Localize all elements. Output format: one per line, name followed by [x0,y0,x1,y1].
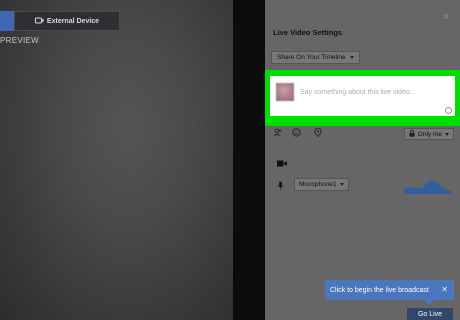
resize-icon [445,107,452,114]
compose-tools: Only me [271,127,454,140]
compose-highlight: Say something about this live video... [265,70,460,126]
emoji-icon[interactable] [292,128,301,139]
tooltip-tail [424,300,434,305]
go-live-tooltip: Click to begin the live broadcast ✕ [325,280,454,305]
close-icon[interactable]: ✕ [442,12,450,23]
chevron-down-icon [349,56,354,59]
microphone-icon [277,181,284,192]
avatar [276,83,294,101]
video-camera-icon [277,160,287,169]
privacy-label: Only me [417,130,442,138]
privacy-dropdown[interactable]: Only me [403,128,454,140]
external-device-tab[interactable]: External Device [14,11,120,31]
lock-icon [409,129,415,139]
external-device-icon [34,17,44,26]
close-icon[interactable]: ✕ [441,285,448,294]
divider [233,0,265,320]
go-live-button[interactable]: Go Live [407,308,453,320]
compose-box[interactable]: Say something about this live video... [270,76,455,116]
location-icon[interactable] [314,127,322,139]
source-tabs: External Device [0,11,120,31]
chevron-down-icon [339,183,344,186]
microphone-dropdown[interactable]: Microphone1 [294,178,349,191]
video-preview: External Device PREVIEW [0,0,233,320]
tag-people-icon[interactable] [273,128,282,139]
share-dropdown-label: Share On Your Timeline [277,54,346,61]
audio-level-meter [404,180,452,194]
microphone-label: Microphone1 [299,181,337,188]
panel-title: Live Video Settings [273,28,343,37]
external-device-label: External Device [46,17,100,25]
tooltip-text: Click to begin the live broadcast [330,286,429,294]
compose-placeholder[interactable]: Say something about this live video... [300,89,416,96]
camera-tab[interactable] [0,11,14,31]
live-video-screen: External Device PREVIEW ✕ Live Video Set… [0,0,460,320]
share-dropdown[interactable]: Share On Your Timeline [271,51,360,64]
chevron-down-icon [445,132,449,136]
settings-panel: ✕ Live Video Settings Share On Your Time… [265,0,460,320]
preview-label: PREVIEW [0,36,39,45]
